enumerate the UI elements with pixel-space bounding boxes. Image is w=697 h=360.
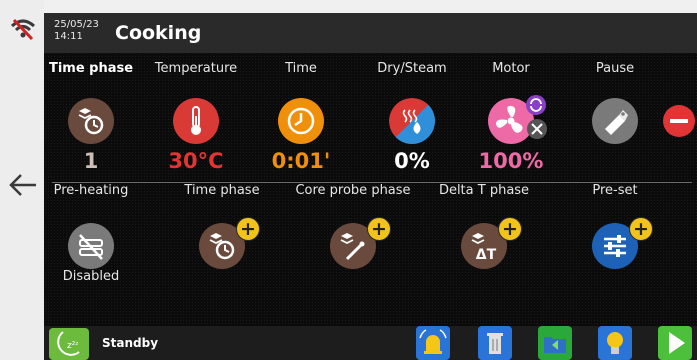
open-folder-button[interactable]	[538, 326, 572, 360]
pre-heating-status: Disabled	[62, 269, 120, 284]
delete-button[interactable]	[478, 326, 512, 360]
add-preset-label: Pre-set	[592, 183, 638, 198]
bottom-bar: z²ᶻ Standby	[44, 326, 697, 360]
standby-button[interactable]: z²ᶻ	[49, 328, 89, 360]
tab-time-phase[interactable]: Time phase	[49, 61, 133, 77]
temperature-value: 30°C	[168, 149, 224, 173]
plus-icon: +	[236, 217, 260, 241]
time-button[interactable]	[278, 98, 324, 144]
lightbulb-icon	[607, 332, 623, 354]
temperature-button[interactable]	[173, 98, 219, 144]
datetime: 25/05/23 14:11	[54, 19, 99, 43]
plus-icon: +	[498, 217, 522, 241]
pre-heating-off-icon	[79, 234, 103, 260]
tab-temperature[interactable]: Temperature	[155, 61, 237, 77]
folder-icon	[544, 337, 566, 353]
rotation-icon	[526, 95, 546, 115]
bell-icon	[419, 329, 447, 354]
play-icon	[669, 332, 685, 354]
add-delta-t-label: Delta T phase	[438, 183, 530, 198]
back-arrow-icon[interactable]	[8, 173, 38, 197]
clock-icon	[287, 107, 315, 135]
tips-button[interactable]	[598, 326, 632, 360]
time-phase-value: 1	[83, 149, 99, 173]
add-core-probe-label: Core probe phase	[295, 183, 411, 198]
standby-label: Standby	[102, 336, 159, 350]
dry-steam-button[interactable]	[389, 98, 435, 144]
time-value: 0:01'	[271, 149, 331, 173]
alarm-button[interactable]	[416, 326, 450, 360]
zzz-text: z²ᶻ	[67, 341, 79, 351]
remove-phase-button[interactable]	[663, 105, 695, 137]
wifi-off-icon	[10, 18, 36, 41]
add-time-phase-label: Time phase	[184, 183, 260, 198]
trash-icon	[487, 333, 503, 354]
pre-heating-label: Pre-heating	[53, 183, 129, 198]
start-button[interactable]	[658, 326, 692, 360]
page-title: Cooking	[115, 22, 202, 44]
layers-clock-icon	[78, 108, 104, 135]
steam-drop-icon	[389, 98, 435, 144]
tab-dry-steam[interactable]: Dry/Steam	[377, 61, 446, 77]
tools-icon	[527, 119, 547, 139]
time-text: 14:11	[54, 31, 83, 42]
tab-pause[interactable]: Pause	[596, 61, 634, 77]
left-sidebar	[0, 0, 44, 360]
plus-icon: +	[367, 217, 391, 241]
title-bar: 25/05/23 14:11 Cooking	[44, 13, 697, 53]
pause-button[interactable]	[592, 98, 638, 144]
plus-icon: +	[629, 217, 653, 241]
minus-icon	[670, 119, 688, 123]
time-phase-button[interactable]	[68, 98, 114, 144]
main-panel: 25/05/23 14:11 Cooking Time phase Temper…	[44, 13, 697, 360]
date-text: 25/05/23	[54, 19, 99, 30]
pre-heating-button[interactable]	[68, 223, 114, 269]
pause-tag-icon	[605, 110, 628, 135]
motor-value: 100%	[478, 149, 544, 173]
dry-steam-value: 0%	[394, 149, 430, 173]
tab-motor[interactable]: Motor	[492, 61, 530, 77]
delta-t-text: ΔT	[476, 247, 497, 263]
tab-time[interactable]: Time	[285, 61, 317, 77]
thermometer-icon	[191, 106, 201, 135]
moon-icon: z²ᶻ	[57, 331, 80, 356]
